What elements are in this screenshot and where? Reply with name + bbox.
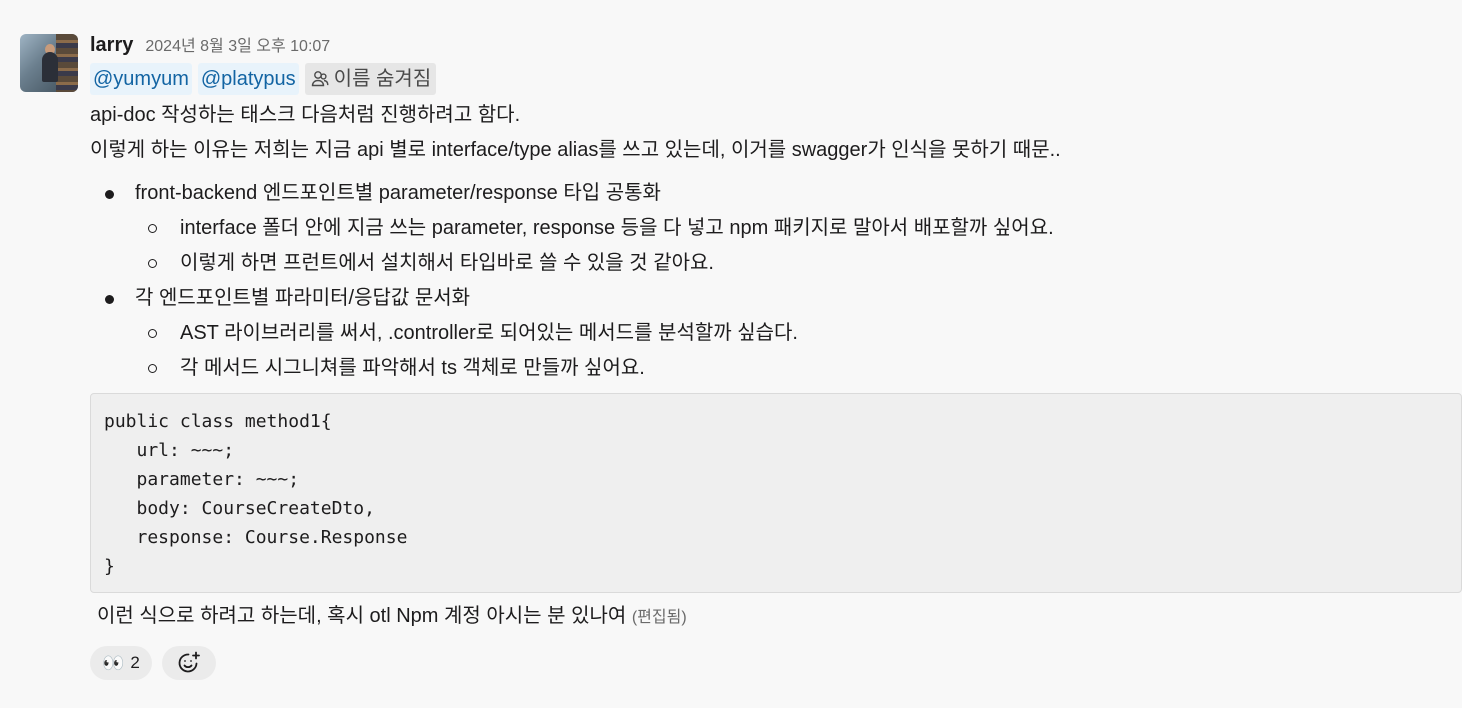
mention-yumyum[interactable]: @yumyum: [90, 63, 192, 95]
add-emoji-icon: [178, 651, 200, 673]
bullet-circle-icon: [148, 259, 157, 268]
message-content: larry 2024년 8월 3일 오후 10:07 @yumyum @plat…: [90, 32, 1462, 680]
mentions-row: @yumyum @platypus 이름 숨겨짐: [90, 62, 1462, 96]
timestamp[interactable]: 2024년 8월 3일 오후 10:07: [145, 32, 330, 56]
list-item: 각 엔드포인트별 파라미터/응답값 문서화 AST 라이브러리를 써서, .co…: [90, 281, 1462, 386]
sub-list-item-text: AST 라이브러리를 써서, .controller로 되어있는 메서드를 분석…: [180, 322, 798, 344]
bullet-circle-icon: [148, 224, 157, 233]
bullet-dot-icon: [105, 190, 114, 199]
sub-list-item: 각 메서드 시그니쳐를 파악해서 ts 객체로 만들까 싶어요.: [135, 351, 1462, 386]
eyes-emoji-icon: 👀: [102, 652, 124, 673]
bullet-list: front-backend 엔드포인트별 parameter/response …: [90, 176, 1462, 386]
code-block[interactable]: public class method1{ url: ~~~; paramete…: [90, 393, 1462, 593]
username[interactable]: larry: [90, 34, 133, 57]
hidden-mention-label: 이름 숨겨짐: [333, 68, 432, 90]
mention-platypus[interactable]: @platypus: [197, 63, 299, 95]
sub-list-item: AST 라이브러리를 써서, .controller로 되어있는 메서드를 분석…: [135, 316, 1462, 351]
bullet-dot-icon: [105, 295, 114, 304]
add-reaction-button[interactable]: [161, 646, 216, 680]
list-item-text: 각 엔드포인트별 파라미터/응답값 문서화: [135, 287, 471, 309]
closing-text: 이런 식으로 하려고 하는데, 혹시 otl Npm 계정 아시는 분 있나여: [97, 605, 627, 627]
avatar-person: [42, 52, 58, 82]
users-icon: [311, 71, 329, 87]
bullet-circle-icon: [148, 364, 157, 373]
sub-list-item: interface 폴더 안에 지금 쓰는 parameter, respons…: [135, 211, 1462, 246]
reaction-eyes[interactable]: 👀 2: [90, 646, 152, 680]
message-header: larry 2024년 8월 3일 오후 10:07: [90, 32, 1462, 62]
chat-message: larry 2024년 8월 3일 오후 10:07 @yumyum @plat…: [0, 0, 1462, 708]
list-item: front-backend 엔드포인트별 parameter/response …: [90, 176, 1462, 281]
avatar[interactable]: [20, 34, 78, 92]
reactions-bar: 👀 2: [90, 646, 1462, 680]
sub-list-item: 이렇게 하면 프런트에서 설치해서 타입바로 쓸 수 있을 것 같아요.: [135, 246, 1462, 281]
avatar-bookshelf: [56, 34, 78, 92]
intro-line: api-doc 작성하는 태스크 다음처럼 진행하려고 함다.: [90, 104, 521, 126]
sub-list-item-text: 이렇게 하면 프런트에서 설치해서 타입바로 쓸 수 있을 것 같아요.: [180, 252, 714, 274]
intro-line: 이렇게 하는 이유는 저희는 지금 api 별로 interface/type …: [90, 139, 1061, 161]
sub-bullet-list: AST 라이브러리를 써서, .controller로 되어있는 메서드를 분석…: [90, 316, 1462, 386]
list-item-text: front-backend 엔드포인트별 parameter/response …: [135, 182, 661, 204]
sub-list-item-text: interface 폴더 안에 지금 쓰는 parameter, respons…: [180, 217, 1054, 239]
sub-list-item-text: 각 메서드 시그니쳐를 파악해서 ts 객체로 만들까 싶어요.: [180, 357, 645, 379]
reaction-count: 2: [130, 653, 140, 672]
bullet-circle-icon: [148, 329, 157, 338]
edited-label: (편집됨): [631, 609, 687, 626]
sub-bullet-list: interface 폴더 안에 지금 쓰는 parameter, respons…: [90, 211, 1462, 281]
intro-text: api-doc 작성하는 태스크 다음처럼 진행하려고 함다. 이렇게 하는 이…: [90, 98, 1462, 168]
closing-text-line: 이런 식으로 하려고 하는데, 혹시 otl Npm 계정 아시는 분 있나여 …: [90, 601, 1462, 633]
hidden-mention[interactable]: 이름 숨겨짐: [304, 63, 437, 95]
